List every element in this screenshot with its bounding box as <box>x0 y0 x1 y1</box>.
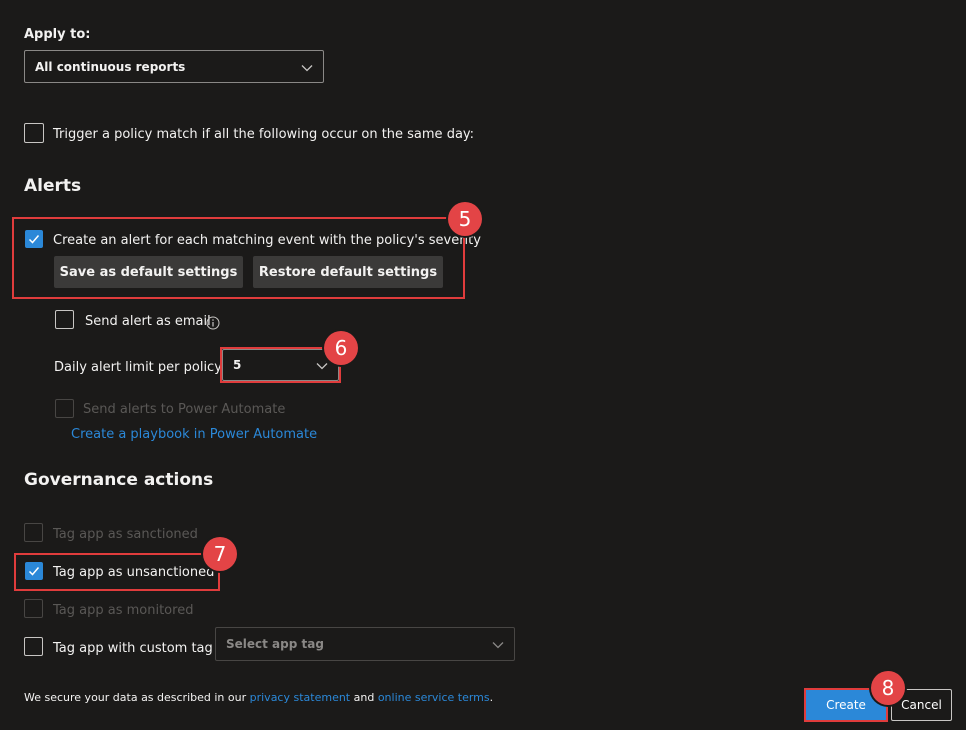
create-alert-label: Create an alert for each matching event … <box>53 233 481 248</box>
unsanctioned-label: Tag app as unsanctioned <box>53 565 215 580</box>
monitored-label: Tag app as monitored <box>53 603 194 618</box>
apply-to-label: Apply to: <box>24 27 91 42</box>
daily-limit-value: 5 <box>233 358 242 372</box>
power-automate-checkbox <box>55 399 74 418</box>
service-terms-link[interactable]: online service terms <box>378 691 490 704</box>
save-default-button[interactable]: Save as default settings <box>54 256 243 288</box>
daily-limit-label: Daily alert limit per policy <box>54 360 222 375</box>
info-icon[interactable] <box>206 315 220 334</box>
send-email-label: Send alert as email <box>85 314 211 329</box>
chevron-down-icon <box>492 635 504 654</box>
trigger-label: Trigger a policy match if all the follow… <box>53 127 475 142</box>
sanctioned-checkbox <box>24 523 43 542</box>
chevron-down-icon <box>316 356 328 375</box>
privacy-and: and <box>353 691 375 704</box>
apply-to-value: All continuous reports <box>35 59 186 74</box>
checkmark-icon <box>28 567 40 576</box>
privacy-period: . <box>489 691 494 704</box>
send-email-checkbox[interactable] <box>55 310 74 329</box>
trigger-checkbox[interactable] <box>24 123 44 143</box>
chevron-down-icon <box>301 57 313 76</box>
step-badge-5: 5 <box>448 202 482 236</box>
playbook-link[interactable]: Create a playbook in Power Automate <box>71 427 317 442</box>
alerts-heading: Alerts <box>24 176 82 196</box>
app-tag-placeholder: Select app tag <box>226 637 324 651</box>
privacy-prefix: We secure your data as described in our <box>24 691 247 704</box>
daily-limit-dropdown[interactable]: 5 <box>222 349 339 381</box>
sanctioned-label: Tag app as sanctioned <box>53 527 198 542</box>
checkmark-icon <box>28 235 40 244</box>
unsanctioned-checkbox[interactable] <box>25 562 43 580</box>
apply-to-dropdown[interactable]: All continuous reports <box>24 50 324 83</box>
privacy-statement-link[interactable]: privacy statement <box>250 691 351 704</box>
privacy-text: We secure your data as described in our … <box>24 691 493 704</box>
custom-tag-label: Tag app with custom tag <box>53 641 213 656</box>
governance-heading: Governance actions <box>24 470 214 490</box>
create-alert-checkbox[interactable] <box>25 230 43 248</box>
power-automate-label: Send alerts to Power Automate <box>83 402 286 417</box>
monitored-checkbox <box>24 599 43 618</box>
step-badge-8: 8 <box>871 671 905 705</box>
custom-tag-checkbox[interactable] <box>24 637 43 656</box>
restore-default-button[interactable]: Restore default settings <box>253 256 443 288</box>
app-tag-dropdown[interactable]: Select app tag <box>215 627 515 661</box>
step-badge-6: 6 <box>324 331 358 365</box>
step-badge-7: 7 <box>203 537 237 571</box>
